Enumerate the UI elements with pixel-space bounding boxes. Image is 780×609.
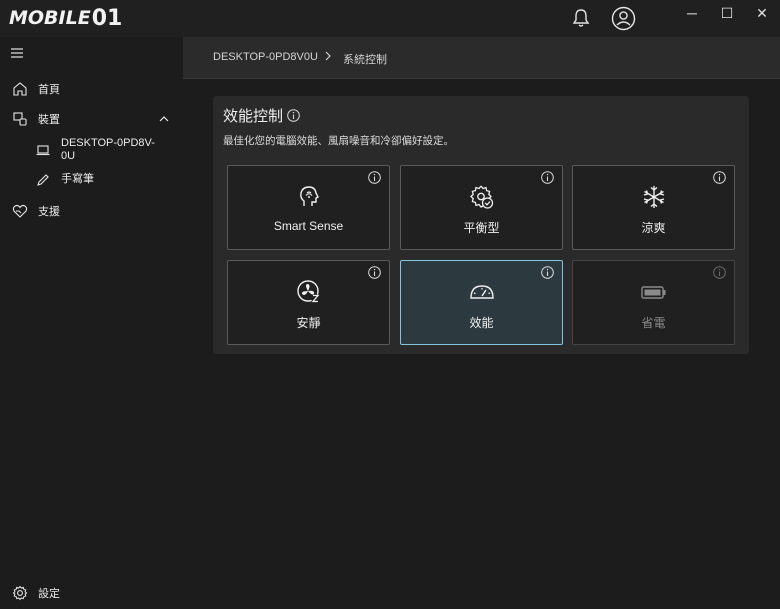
hamburger-menu-icon[interactable] — [10, 46, 24, 60]
panel-description: 最佳化您的電腦效能、風扇噪音和冷卻偏好設定。 — [223, 135, 454, 147]
battery-icon — [641, 286, 666, 299]
sidebar-subitem-label: DESKTOP-0PD8V-0U — [61, 137, 155, 162]
close-button[interactable]: ✕ — [750, 3, 774, 23]
sidebar-item-label: 裝置 — [38, 114, 60, 126]
info-icon[interactable] — [541, 171, 554, 184]
pen-icon — [37, 174, 49, 186]
title-bar: MOBILE 01 ─ ☐ ✕ — [0, 0, 780, 37]
sidebar-subitem-device[interactable]: DESKTOP-0PD8V-0U — [0, 137, 183, 165]
mode-label: 平衡型 — [463, 221, 500, 235]
breadcrumb-device[interactable]: DESKTOP-0PD8V0U — [213, 51, 318, 63]
speedometer-icon — [470, 285, 494, 299]
devices-icon — [13, 112, 27, 126]
info-icon[interactable] — [713, 171, 726, 184]
sidebar: 首頁 裝置 DESKTOP-0PD8V-0U 手寫筆 支援 設定 — [0, 37, 183, 609]
sidebar-item-devices[interactable]: 裝置 — [0, 106, 183, 132]
gear-icon — [12, 585, 28, 601]
balanced-gear-icon — [470, 185, 494, 209]
breadcrumb: DESKTOP-0PD8V0U 系統控制 — [183, 37, 780, 79]
info-icon[interactable] — [368, 171, 381, 184]
sidebar-subitem-label: 手寫筆 — [61, 173, 94, 185]
page-title: 效能控制 — [223, 108, 284, 125]
logo-text: MOBILE — [9, 7, 91, 29]
sidebar-subitem-pen[interactable]: 手寫筆 — [0, 171, 183, 189]
info-icon[interactable] — [368, 266, 381, 279]
mode-tile-performance[interactable]: 效能 — [400, 260, 563, 345]
mode-tile-cool[interactable]: 涼爽 — [572, 165, 735, 250]
info-icon[interactable] — [713, 266, 726, 279]
sidebar-item-home[interactable]: 首頁 — [0, 76, 183, 102]
info-icon[interactable] — [287, 109, 300, 122]
home-icon — [13, 82, 27, 96]
info-icon[interactable] — [541, 266, 554, 279]
laptop-icon — [36, 145, 50, 156]
app-logo: MOBILE 01 — [9, 5, 123, 31]
mode-label: Smart Sense — [273, 219, 344, 233]
mode-label: 安靜 — [296, 316, 321, 330]
account-icon[interactable] — [611, 6, 636, 31]
mode-tile-balanced[interactable]: 平衡型 — [400, 165, 563, 250]
mode-label: 省電 — [641, 316, 666, 330]
performance-control-panel: 效能控制 最佳化您的電腦效能、風扇噪音和冷卻偏好設定。 Smart Sense — [213, 96, 749, 354]
mode-tile-smart-sense[interactable]: Smart Sense — [227, 165, 390, 250]
sidebar-item-settings[interactable]: 設定 — [0, 580, 183, 606]
notification-bell-icon[interactable] — [572, 8, 590, 28]
minimize-button[interactable]: ─ — [680, 3, 704, 23]
support-icon — [12, 204, 28, 218]
sidebar-item-label: 設定 — [38, 588, 60, 600]
snowflake-icon — [643, 186, 665, 208]
mode-label: 效能 — [469, 316, 494, 330]
smart-sense-icon — [300, 186, 319, 206]
sidebar-item-support[interactable]: 支援 — [0, 198, 183, 224]
mode-tile-quiet[interactable]: 安靜 — [227, 260, 390, 345]
sidebar-item-label: 首頁 — [38, 84, 60, 96]
logo-number: 01 — [91, 5, 123, 31]
quiet-fan-icon — [297, 280, 320, 303]
chevron-right-icon — [325, 51, 331, 61]
breadcrumb-current-page: 系統控制 — [343, 54, 387, 66]
mode-tile-power-saving[interactable]: 省電 — [572, 260, 735, 345]
mode-label: 涼爽 — [641, 221, 666, 235]
sidebar-item-label: 支援 — [38, 206, 60, 218]
chevron-up-icon[interactable] — [159, 115, 169, 123]
maximize-button[interactable]: ☐ — [715, 3, 739, 23]
